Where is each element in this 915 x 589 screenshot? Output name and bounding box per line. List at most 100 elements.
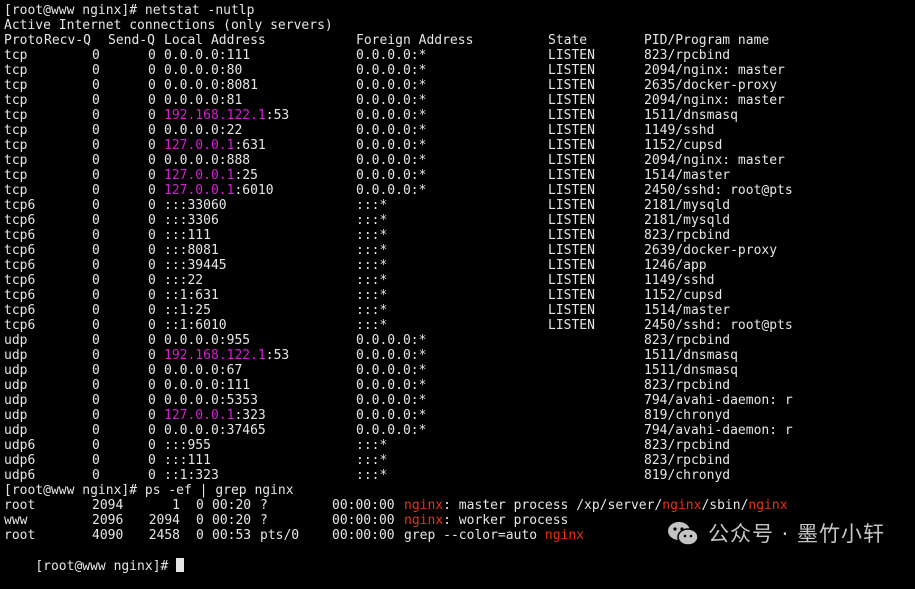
cell-pid-program: 2635/docker-proxy <box>644 78 778 93</box>
cell-recvq: 0 <box>92 153 100 168</box>
netstat-row: udp 0 0 0.0.0.0:67 0.0.0.0:* 1511/dnsmasq <box>4 363 904 378</box>
cell-pid-program: 819/chronyd <box>644 468 731 483</box>
cell-local-address: 0.0.0.0:80 <box>164 63 242 78</box>
cell-state: LISTEN <box>548 183 595 198</box>
local-ip: :::22 <box>164 273 204 288</box>
netstat-row: tcp6 0 0:::33060:::* LISTEN 2181/mysqld <box>4 198 904 213</box>
cell-pid-program: 2094/nginx: master <box>644 93 785 108</box>
local-ip: 0.0.0.0 <box>164 78 219 93</box>
local-ip: 0.0.0.0 <box>164 48 219 63</box>
cell-time: 00:00:00 <box>332 528 395 543</box>
netstat-row: udp6 0 0:::955:::* 823/rpcbind <box>4 438 904 453</box>
netstat-row: tcp 0 0 0.0.0.0:22 0.0.0.0:* LISTEN 1149/sshd <box>4 123 904 138</box>
netstat-row: udp 0 0 0.0.0.0:37465 0.0.0.0:* 794/avahi-dae… <box>4 423 904 438</box>
header-proto: Proto <box>4 33 44 48</box>
cell-sendq: 0 <box>148 438 156 453</box>
cell-sendq: 0 <box>148 153 156 168</box>
cell-proto: udp <box>4 378 28 393</box>
cell-pid-program: 1511/dnsmasq <box>644 108 738 123</box>
cell-recvq: 0 <box>92 438 100 453</box>
prompt-line-current[interactable]: [root@www nginx]# <box>4 543 185 574</box>
cell-local-address: 192.168.122.1:53 <box>164 348 289 363</box>
cell-local-address: 0.0.0.0:955 <box>164 333 250 348</box>
cell-recvq: 0 <box>92 318 100 333</box>
cell-state: LISTEN <box>548 288 595 303</box>
cell-foreign-address: :::* <box>356 438 388 453</box>
cell-stime: 00:20 <box>212 513 252 528</box>
cell-recvq: 0 <box>92 138 100 153</box>
cell-proto: tcp <box>4 168 28 183</box>
local-ip: 0.0.0.0 <box>164 333 219 348</box>
local-ip: :::33060 <box>164 198 227 213</box>
header-recvq: Recv-Q <box>44 33 91 48</box>
local-port: :67 <box>218 363 243 378</box>
grep-match: nginx <box>748 498 788 513</box>
cell-sendq: 0 <box>148 243 156 258</box>
cell-recvq: 0 <box>92 93 100 108</box>
local-port: :80 <box>218 63 243 78</box>
cell-recvq: 0 <box>92 363 100 378</box>
cell-sendq: 0 <box>148 183 156 198</box>
cell-pid-program: 1149/sshd <box>644 123 715 138</box>
cell-local-address: 127.0.0.1:25 <box>164 168 258 183</box>
cell-pid-program: 819/chronyd <box>644 408 731 423</box>
cell-local-address: 127.0.0.1:6010 <box>164 183 274 198</box>
cell-proto: tcp <box>4 93 28 108</box>
cell-local-address: 0.0.0.0:5353 <box>164 393 258 408</box>
cell-state: LISTEN <box>548 198 595 213</box>
cell-state: LISTEN <box>548 273 595 288</box>
local-ip: :::955 <box>164 438 211 453</box>
cell-pid: 2094 <box>92 498 124 513</box>
header-state: State <box>548 33 588 48</box>
local-ip: :::111 <box>164 453 211 468</box>
cell-pid-program: 1511/dnsmasq <box>644 348 738 363</box>
cell-cmd: nginx: master process /xp/server/nginx/s… <box>404 498 788 513</box>
netstat-row: udp 0 0 192.168.122.1:53 0.0.0.0:* 1511/dnsma… <box>4 348 904 363</box>
cell-proto: udp <box>4 423 28 438</box>
cell-sendq: 0 <box>148 258 156 273</box>
cell-sendq: 0 <box>148 63 156 78</box>
netstat-row: tcp 0 0 0.0.0.0:8081 0.0.0.0:* LISTEN 2635/doc… <box>4 78 904 93</box>
cmd-text: : master process /xp/server/ <box>443 498 663 513</box>
cell-pid-program: 823/rpcbind <box>644 453 731 468</box>
local-port: :53 <box>265 108 290 123</box>
cell-state: LISTEN <box>548 258 595 273</box>
wechat-icon <box>667 522 699 546</box>
terminal-window[interactable]: [root@www nginx]# netstat -nutlp Active … <box>0 0 915 574</box>
header-pid-program: PID/Program name <box>644 33 770 48</box>
local-ip: ::1:631 <box>164 288 219 303</box>
cell-local-address: :::39445 <box>164 258 227 273</box>
local-ip: 0.0.0.0 <box>164 363 219 378</box>
cell-recvq: 0 <box>92 168 100 183</box>
cell-stime: 00:20 <box>212 498 252 513</box>
cell-proto: tcp <box>4 63 28 78</box>
prompt-line-ps: [root@www nginx]# ps -ef | grep nginx <box>4 483 294 498</box>
netstat-row: tcp 0 0 0.0.0.0:81 0.0.0.0:* LISTEN 2094/nginx… <box>4 93 904 108</box>
cell-state: LISTEN <box>548 138 595 153</box>
cell-user: root <box>4 498 36 513</box>
cell-foreign-address: 0.0.0.0:* <box>356 153 427 168</box>
header-foreign-address: Foreign Address <box>356 33 474 48</box>
cell-pid-program: 794/avahi-daemon: r <box>644 423 793 438</box>
cell-recvq: 0 <box>92 243 100 258</box>
cell-proto: tcp6 <box>4 228 36 243</box>
local-ip: 127.0.0.1 <box>164 183 235 198</box>
cell-sendq: 0 <box>148 138 156 153</box>
cell-state: LISTEN <box>548 108 595 123</box>
cell-ppid: 2094 <box>148 513 180 528</box>
cell-local-address: 127.0.0.1:631 <box>164 138 266 153</box>
netstat-row: udp 0 0 0.0.0.0:5353 0.0.0.0:* 794/avahi-daem… <box>4 393 904 408</box>
netstat-row: tcp6 0 0::1:25:::* LISTEN 1514/master <box>4 303 904 318</box>
cell-sendq: 0 <box>148 78 156 93</box>
watermark-text: 公众号 · 墨竹小轩 <box>707 521 885 546</box>
cell-local-address: 192.168.122.1:53 <box>164 108 289 123</box>
cell-recvq: 0 <box>92 48 100 63</box>
cell-state: LISTEN <box>548 243 595 258</box>
cell-sendq: 0 <box>148 318 156 333</box>
header-sendq: Send-Q <box>108 33 155 48</box>
netstat-row: tcp6 0 0:::22:::* LISTEN 1149/sshd <box>4 273 904 288</box>
cell-sendq: 0 <box>148 273 156 288</box>
netstat-row: udp 0 0 0.0.0.0:111 0.0.0.0:* 823/rpcbind <box>4 378 904 393</box>
cell-foreign-address: 0.0.0.0:* <box>356 63 427 78</box>
cell-pid-program: 794/avahi-daemon: r <box>644 393 793 408</box>
